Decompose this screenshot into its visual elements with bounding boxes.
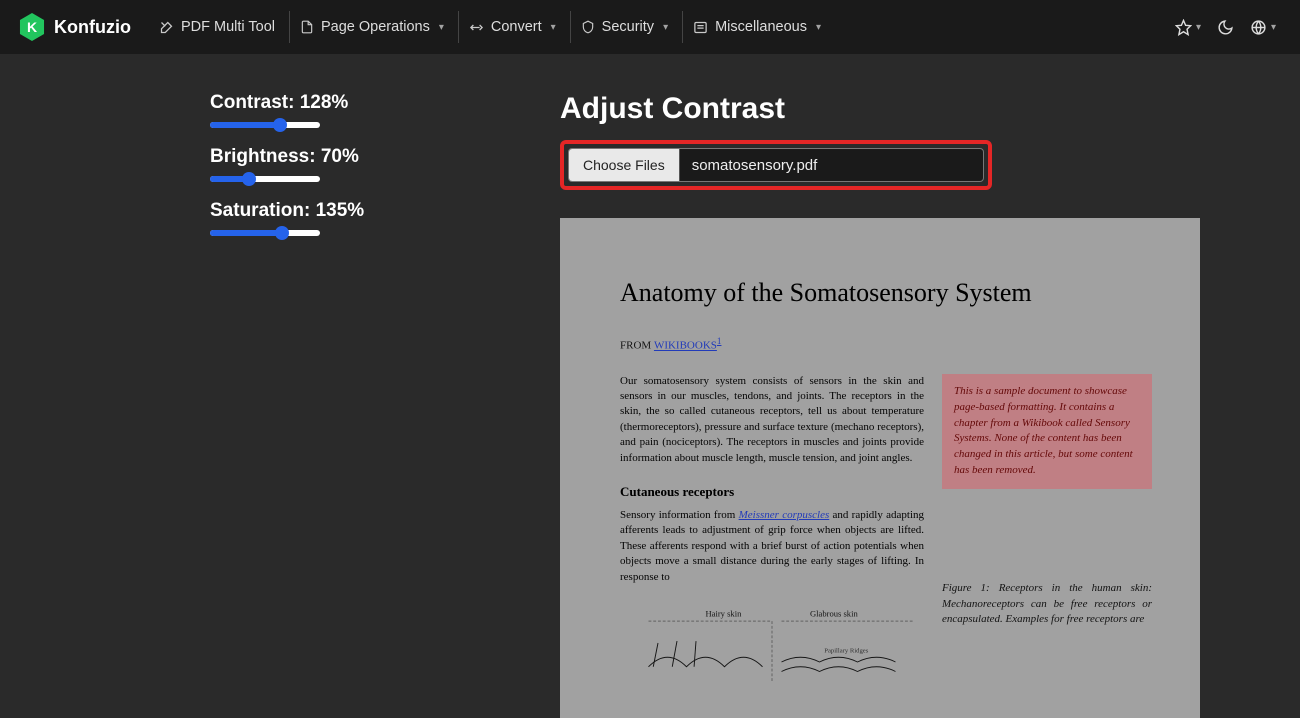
contrast-label: Contrast: 128% xyxy=(210,92,450,114)
brightness-slider[interactable] xyxy=(210,176,320,182)
pdf-preview: Anatomy of the Somatosensory System FROM… xyxy=(560,218,1200,718)
brightness-slider-thumb[interactable] xyxy=(242,172,256,186)
adjustment-panel: Contrast: 128% Brightness: 70% Saturatio… xyxy=(210,92,450,718)
brand-name: Konfuzio xyxy=(54,17,131,38)
globe-icon xyxy=(1250,19,1267,36)
pdf-heading: Cutaneous receptors xyxy=(620,484,924,500)
saturation-label: Saturation: 135% xyxy=(210,200,450,222)
pdf-source: FROM WIKIBOOKS1 xyxy=(620,336,1152,352)
nav-miscellaneous[interactable]: Miscellaneous ▾ xyxy=(682,11,831,43)
saturation-control: Saturation: 135% xyxy=(210,200,450,236)
page-title: Adjust Contrast xyxy=(560,92,1200,126)
meissner-link[interactable]: Meissner corpuscles xyxy=(739,509,830,521)
selected-file-name: somatosensory.pdf xyxy=(680,149,983,181)
swap-icon xyxy=(469,20,484,35)
chevron-down-icon: ▾ xyxy=(816,22,821,33)
choose-files-button[interactable]: Choose Files xyxy=(569,149,680,181)
figure-caption: Figure 1: Receptors in the human skin: M… xyxy=(942,581,1152,627)
brightness-label: Brightness: 70% xyxy=(210,146,450,168)
pdf-paragraph-2: Sensory information from Meissner corpus… xyxy=(620,508,924,585)
shield-icon xyxy=(581,20,595,34)
nav-page-operations[interactable]: Page Operations ▾ xyxy=(289,11,454,43)
contrast-control: Contrast: 128% xyxy=(210,92,450,128)
wikibooks-link[interactable]: WIKIBOOKS xyxy=(654,340,717,352)
brand-logo-icon: K xyxy=(18,13,46,41)
svg-text:Papillary Ridges: Papillary Ridges xyxy=(824,647,868,654)
chevron-down-icon: ▾ xyxy=(663,22,668,33)
chevron-down-icon: ▾ xyxy=(1196,22,1201,33)
pdf-paragraph-1: Our somatosensory system consists of sen… xyxy=(620,374,924,466)
chevron-down-icon: ▾ xyxy=(439,22,444,33)
nav-convert[interactable]: Convert ▾ xyxy=(458,11,566,43)
main-panel: Adjust Contrast Choose Files somatosenso… xyxy=(560,92,1200,718)
star-icon xyxy=(1175,19,1192,36)
contrast-slider[interactable] xyxy=(210,122,320,128)
moon-icon xyxy=(1217,19,1234,36)
skin-diagram: Hairy skin Glabrous skin Papillary Ridge… xyxy=(620,603,924,683)
top-nav: K Konfuzio PDF Multi Tool Page Operation… xyxy=(0,0,1300,54)
svg-text:Glabrous skin: Glabrous skin xyxy=(810,608,858,618)
contrast-slider-thumb[interactable] xyxy=(273,118,287,132)
brand[interactable]: K Konfuzio xyxy=(18,13,131,41)
svg-text:Hairy skin: Hairy skin xyxy=(706,608,743,618)
sample-note-box: This is a sample document to showcase pa… xyxy=(942,374,1152,490)
chevron-down-icon: ▾ xyxy=(1271,22,1276,33)
contrast-slider-fill xyxy=(210,122,280,128)
favorites-button[interactable]: ▾ xyxy=(1169,13,1207,42)
footnote-link[interactable]: 1 xyxy=(717,336,722,346)
tools-icon xyxy=(159,20,174,35)
nav-security[interactable]: Security ▾ xyxy=(570,11,678,43)
saturation-slider-fill xyxy=(210,230,282,236)
content-area: Contrast: 128% Brightness: 70% Saturatio… xyxy=(0,54,1300,718)
nav-multi-tool[interactable]: PDF Multi Tool xyxy=(149,11,285,43)
file-icon xyxy=(300,20,314,34)
saturation-slider-thumb[interactable] xyxy=(275,226,289,240)
language-button[interactable]: ▾ xyxy=(1244,13,1282,42)
brightness-control: Brightness: 70% xyxy=(210,146,450,182)
file-input-highlight: Choose Files somatosensory.pdf xyxy=(560,140,992,190)
saturation-slider[interactable] xyxy=(210,230,320,236)
file-input[interactable]: Choose Files somatosensory.pdf xyxy=(568,148,984,182)
chevron-down-icon: ▾ xyxy=(551,22,556,33)
dark-mode-toggle[interactable] xyxy=(1211,13,1240,42)
list-icon xyxy=(693,20,708,35)
pdf-title: Anatomy of the Somatosensory System xyxy=(620,278,1152,308)
